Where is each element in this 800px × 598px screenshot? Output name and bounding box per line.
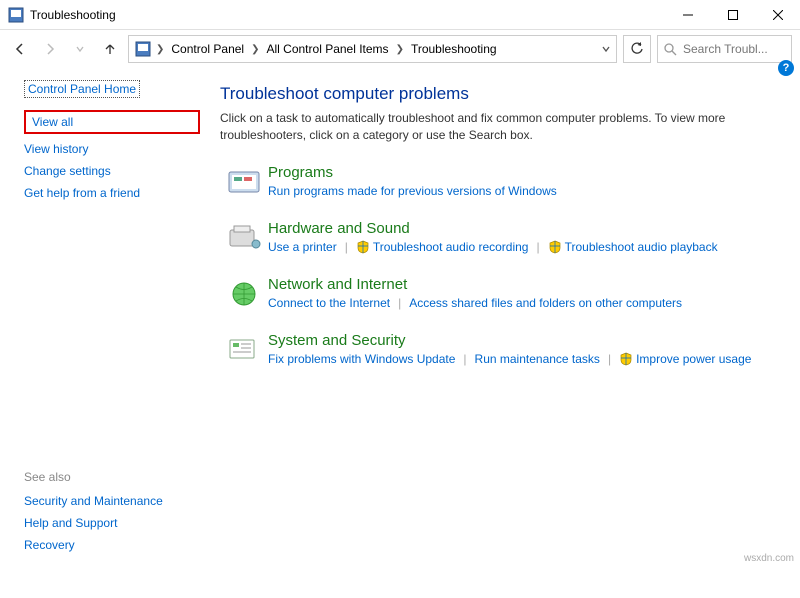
category-system-security: System and Security Fix problems with Wi… xyxy=(220,332,776,366)
category-title[interactable]: Hardware and Sound xyxy=(268,220,776,237)
address-bar[interactable]: ❯ Control Panel ❯ All Control Panel Item… xyxy=(128,35,617,63)
chevron-right-icon[interactable]: ❯ xyxy=(155,44,165,55)
breadcrumb-item[interactable]: Control Panel xyxy=(169,42,246,56)
page-heading: Troubleshoot computer problems xyxy=(220,84,776,104)
location-icon xyxy=(135,41,151,57)
help-icon[interactable]: ? xyxy=(778,60,794,76)
main-panel: ? Troubleshoot computer problems Click o… xyxy=(210,68,800,568)
up-button[interactable] xyxy=(98,37,122,61)
get-help-link[interactable]: Get help from a friend xyxy=(24,186,200,200)
recent-dropdown[interactable] xyxy=(68,37,92,61)
view-all-link[interactable]: View all xyxy=(24,110,200,134)
run-compat-link[interactable]: Run programs made for previous versions … xyxy=(268,184,557,198)
separator: | xyxy=(536,240,539,254)
category-network: Network and Internet Connect to the Inte… xyxy=(220,276,776,310)
title-bar: Troubleshooting xyxy=(0,0,800,30)
use-printer-link[interactable]: Use a printer xyxy=(268,240,337,254)
security-maintenance-link[interactable]: Security and Maintenance xyxy=(24,494,200,508)
maintenance-link[interactable]: Run maintenance tasks xyxy=(475,352,600,366)
watermark: wsxdn.com xyxy=(744,553,794,564)
sidebar: Control Panel Home View all View history… xyxy=(0,68,210,568)
category-programs: Programs Run programs made for previous … xyxy=(220,164,776,198)
minimize-button[interactable] xyxy=(665,0,710,30)
power-usage-link[interactable]: Improve power usage xyxy=(636,352,751,366)
search-icon xyxy=(664,43,677,56)
back-button[interactable] xyxy=(8,37,32,61)
recovery-link[interactable]: Recovery xyxy=(24,538,200,552)
network-icon xyxy=(220,276,268,310)
category-title[interactable]: Network and Internet xyxy=(268,276,776,293)
windows-update-link[interactable]: Fix problems with Windows Update xyxy=(268,352,455,366)
see-also-label: See also xyxy=(24,270,200,484)
help-support-link[interactable]: Help and Support xyxy=(24,516,200,530)
separator: | xyxy=(345,240,348,254)
hardware-icon xyxy=(220,220,268,254)
maximize-button[interactable] xyxy=(710,0,755,30)
forward-button[interactable] xyxy=(38,37,62,61)
connect-internet-link[interactable]: Connect to the Internet xyxy=(268,296,390,310)
audio-playback-link[interactable]: Troubleshoot audio playback xyxy=(565,240,718,254)
programs-icon xyxy=(220,164,268,198)
category-hardware-sound: Hardware and Sound Use a printer | Troub… xyxy=(220,220,776,254)
separator: | xyxy=(608,352,611,366)
breadcrumb-item[interactable]: Troubleshooting xyxy=(409,42,499,56)
window-title: Troubleshooting xyxy=(30,8,665,22)
view-history-link[interactable]: View history xyxy=(24,142,200,156)
shared-files-link[interactable]: Access shared files and folders on other… xyxy=(409,296,682,310)
system-icon xyxy=(220,332,268,366)
chevron-right-icon[interactable]: ❯ xyxy=(250,44,260,55)
close-button[interactable] xyxy=(755,0,800,30)
shield-icon xyxy=(619,352,633,366)
separator: | xyxy=(398,296,401,310)
control-panel-home-link[interactable]: Control Panel Home xyxy=(24,80,140,98)
refresh-button[interactable] xyxy=(623,35,651,63)
app-icon xyxy=(8,7,24,23)
shield-icon xyxy=(548,240,562,254)
search-placeholder: Search Troubl... xyxy=(683,42,768,56)
audio-recording-link[interactable]: Troubleshoot audio recording xyxy=(373,240,529,254)
search-input[interactable]: Search Troubl... xyxy=(657,35,792,63)
content-area: Control Panel Home View all View history… xyxy=(0,68,800,568)
nav-bar: ❯ Control Panel ❯ All Control Panel Item… xyxy=(0,30,800,68)
shield-icon xyxy=(356,240,370,254)
separator: | xyxy=(463,352,466,366)
chevron-down-icon[interactable] xyxy=(600,44,612,54)
breadcrumb-item[interactable]: All Control Panel Items xyxy=(265,42,391,56)
chevron-right-icon[interactable]: ❯ xyxy=(395,44,405,55)
change-settings-link[interactable]: Change settings xyxy=(24,164,200,178)
category-title[interactable]: Programs xyxy=(268,164,776,181)
category-title[interactable]: System and Security xyxy=(268,332,776,349)
page-description: Click on a task to automatically trouble… xyxy=(220,110,760,144)
